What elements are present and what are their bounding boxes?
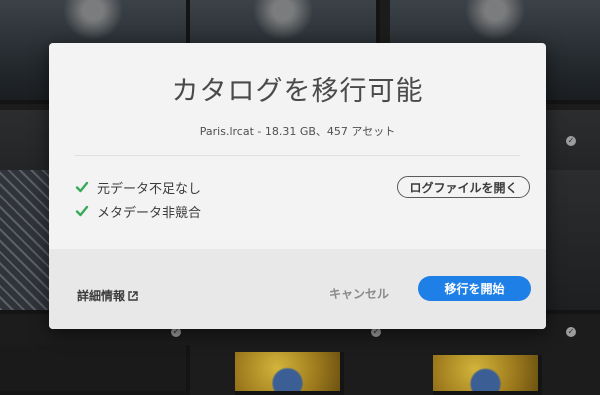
check-label: メタデータ非競合 bbox=[97, 205, 202, 221]
dialog-footer: 詳細情報 キャンセル 移行を開始 bbox=[49, 249, 546, 329]
checkmark-badge-icon: ✓ bbox=[566, 136, 576, 146]
check-icon bbox=[75, 205, 89, 217]
check-item: メタデータ非競合 bbox=[75, 199, 201, 223]
check-label: 元データ不足なし bbox=[97, 181, 202, 197]
photo-thumbnail[interactable] bbox=[0, 345, 190, 395]
check-item: 元データ不足なし bbox=[75, 175, 201, 199]
cancel-button[interactable]: キャンセル bbox=[329, 285, 389, 302]
checkmark-badge-icon: ✓ bbox=[566, 327, 576, 337]
divider bbox=[75, 155, 520, 156]
details-label: 詳細情報 bbox=[77, 289, 126, 303]
check-list: 元データ不足なし メタデータ非競合 bbox=[75, 175, 201, 223]
check-icon bbox=[75, 181, 89, 193]
start-migration-button[interactable]: 移行を開始 bbox=[418, 276, 531, 301]
details-link[interactable]: 詳細情報 bbox=[77, 287, 138, 304]
migration-dialog: カタログを移行可能 Paris.lrcat - 18.31 GB、457 アセッ… bbox=[49, 43, 546, 329]
photo-thumbnail[interactable] bbox=[433, 355, 542, 395]
dialog-title: カタログを移行可能 bbox=[171, 76, 424, 107]
photo-thumbnail[interactable] bbox=[235, 352, 344, 395]
catalog-info: Paris.lrcat - 18.31 GB、457 アセット bbox=[199, 125, 396, 138]
open-log-button[interactable]: ログファイルを開く bbox=[397, 176, 530, 198]
external-link-icon bbox=[128, 290, 138, 301]
